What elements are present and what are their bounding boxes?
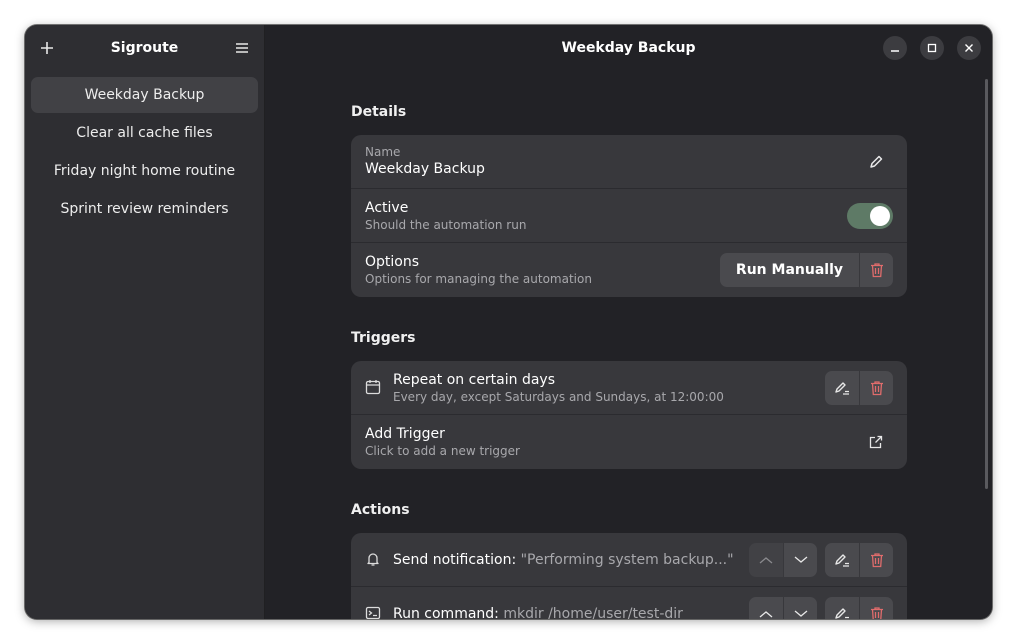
edit-icon (835, 381, 849, 395)
edit-action-button[interactable] (825, 597, 859, 619)
chevron-up-icon (759, 611, 773, 618)
chevron-down-icon (794, 610, 807, 617)
move-up-button[interactable] (749, 542, 783, 577)
sidebar-item-clear-cache[interactable]: Clear all cache files (31, 115, 258, 151)
header-bar: Weekday Backup (265, 25, 992, 71)
minimize-icon (891, 50, 899, 52)
chevron-up-icon (759, 556, 773, 563)
sidebar-item-label: Weekday Backup (84, 87, 205, 103)
options-title: Options (365, 254, 420, 270)
delete-trigger-button[interactable] (859, 370, 893, 405)
sidebar-item-label: Sprint review reminders (60, 201, 229, 217)
app-window: Sigroute Weekday Backup Clear all cache … (25, 25, 992, 619)
plus-icon (41, 42, 53, 54)
close-button[interactable] (957, 36, 981, 60)
sidebar-item-friday-night[interactable]: Friday night home routine (31, 153, 258, 189)
triggers-section-title: Triggers (351, 330, 416, 346)
name-row: Name Weekday Backup (351, 135, 907, 189)
triggers-card: Repeat on certain days Every day, except… (351, 361, 907, 469)
close-icon (965, 44, 973, 52)
details-section-title: Details (351, 104, 407, 120)
active-title: Active (365, 199, 409, 216)
trash-icon (870, 263, 883, 278)
add-automation-button[interactable] (35, 36, 59, 60)
pencil-icon (870, 155, 883, 168)
delete-action-button[interactable] (859, 597, 893, 619)
move-up-button[interactable] (749, 597, 783, 619)
action-label: Send notification: (393, 551, 517, 568)
main-menu-button[interactable] (230, 36, 254, 60)
sidebar-item-sprint-review[interactable]: Sprint review reminders (31, 191, 258, 227)
content-area: Details Name Weekday Backup Active Shoul… (351, 71, 907, 619)
actions-section-title: Actions (351, 502, 410, 518)
external-link-icon (869, 435, 883, 449)
add-trigger-row[interactable]: Add Trigger Click to add a new trigger (351, 415, 907, 469)
sidebar-item-weekday-backup[interactable]: Weekday Backup (31, 77, 258, 113)
bell-icon (367, 553, 379, 566)
sidebar-item-label: Clear all cache files (76, 125, 213, 141)
active-row: Active Should the automation run (351, 189, 907, 243)
run-manually-button[interactable]: Run Manually (719, 253, 859, 287)
trigger-title: Repeat on certain days (393, 371, 556, 388)
edit-icon (835, 553, 849, 567)
terminal-icon (365, 606, 381, 619)
edit-icon (835, 608, 849, 619)
action-label: Run command: (393, 606, 499, 619)
add-trigger-subtitle: Click to add a new trigger (365, 444, 520, 458)
action-row: Send notification: "Performing system ba… (351, 533, 907, 587)
edit-trigger-button[interactable] (825, 370, 859, 405)
toggle-knob (870, 205, 890, 226)
details-card: Name Weekday Backup Active Should the au… (351, 135, 907, 297)
calendar-icon (365, 380, 381, 395)
open-external-button[interactable] (859, 425, 893, 459)
move-down-button[interactable] (783, 597, 817, 619)
actions-card: Send notification: "Performing system ba… (351, 533, 907, 619)
trash-icon (870, 552, 883, 567)
edit-name-button[interactable] (859, 145, 893, 179)
action-value: "Performing system backup..." (520, 551, 734, 568)
options-subtitle: Options for managing the automation (365, 272, 592, 286)
add-trigger-title: Add Trigger (365, 426, 445, 442)
sidebar-title: Sigroute (110, 40, 179, 56)
active-subtitle: Should the automation run (365, 217, 527, 232)
sidebar: Sigroute Weekday Backup Clear all cache … (25, 25, 265, 619)
maximize-button[interactable] (920, 36, 944, 60)
sidebar-header: Sigroute (25, 25, 264, 71)
edit-action-button[interactable] (825, 542, 859, 577)
sidebar-item-label: Friday night home routine (53, 163, 236, 179)
scrollbar[interactable] (985, 79, 988, 489)
trash-icon (870, 380, 883, 395)
trigger-subtitle: Every day, except Saturdays and Sundays,… (393, 389, 724, 404)
hamburger-menu-icon (236, 43, 248, 53)
minimize-button[interactable] (883, 36, 907, 60)
delete-automation-button[interactable] (859, 253, 893, 287)
maximize-icon (927, 43, 937, 53)
move-down-button[interactable] (783, 542, 817, 577)
name-caption: Name (365, 145, 401, 159)
automation-list: Weekday Backup Clear all cache files Fri… (25, 71, 264, 227)
chevron-down-icon (794, 556, 807, 563)
action-row: Run command: mkdir /home/user/test-dir (351, 587, 907, 619)
name-value: Weekday Backup (365, 161, 485, 177)
options-row: Options Options for managing the automat… (351, 243, 907, 297)
action-value: mkdir /home/user/test-dir (503, 606, 683, 619)
page-title: Weekday Backup (561, 40, 696, 56)
active-toggle[interactable] (847, 202, 893, 229)
main-pane: Weekday Backup Details Name Weekday Back… (265, 25, 992, 619)
trigger-row: Repeat on certain days Every day, except… (351, 361, 907, 415)
trash-icon (870, 607, 883, 619)
delete-action-button[interactable] (859, 542, 893, 577)
